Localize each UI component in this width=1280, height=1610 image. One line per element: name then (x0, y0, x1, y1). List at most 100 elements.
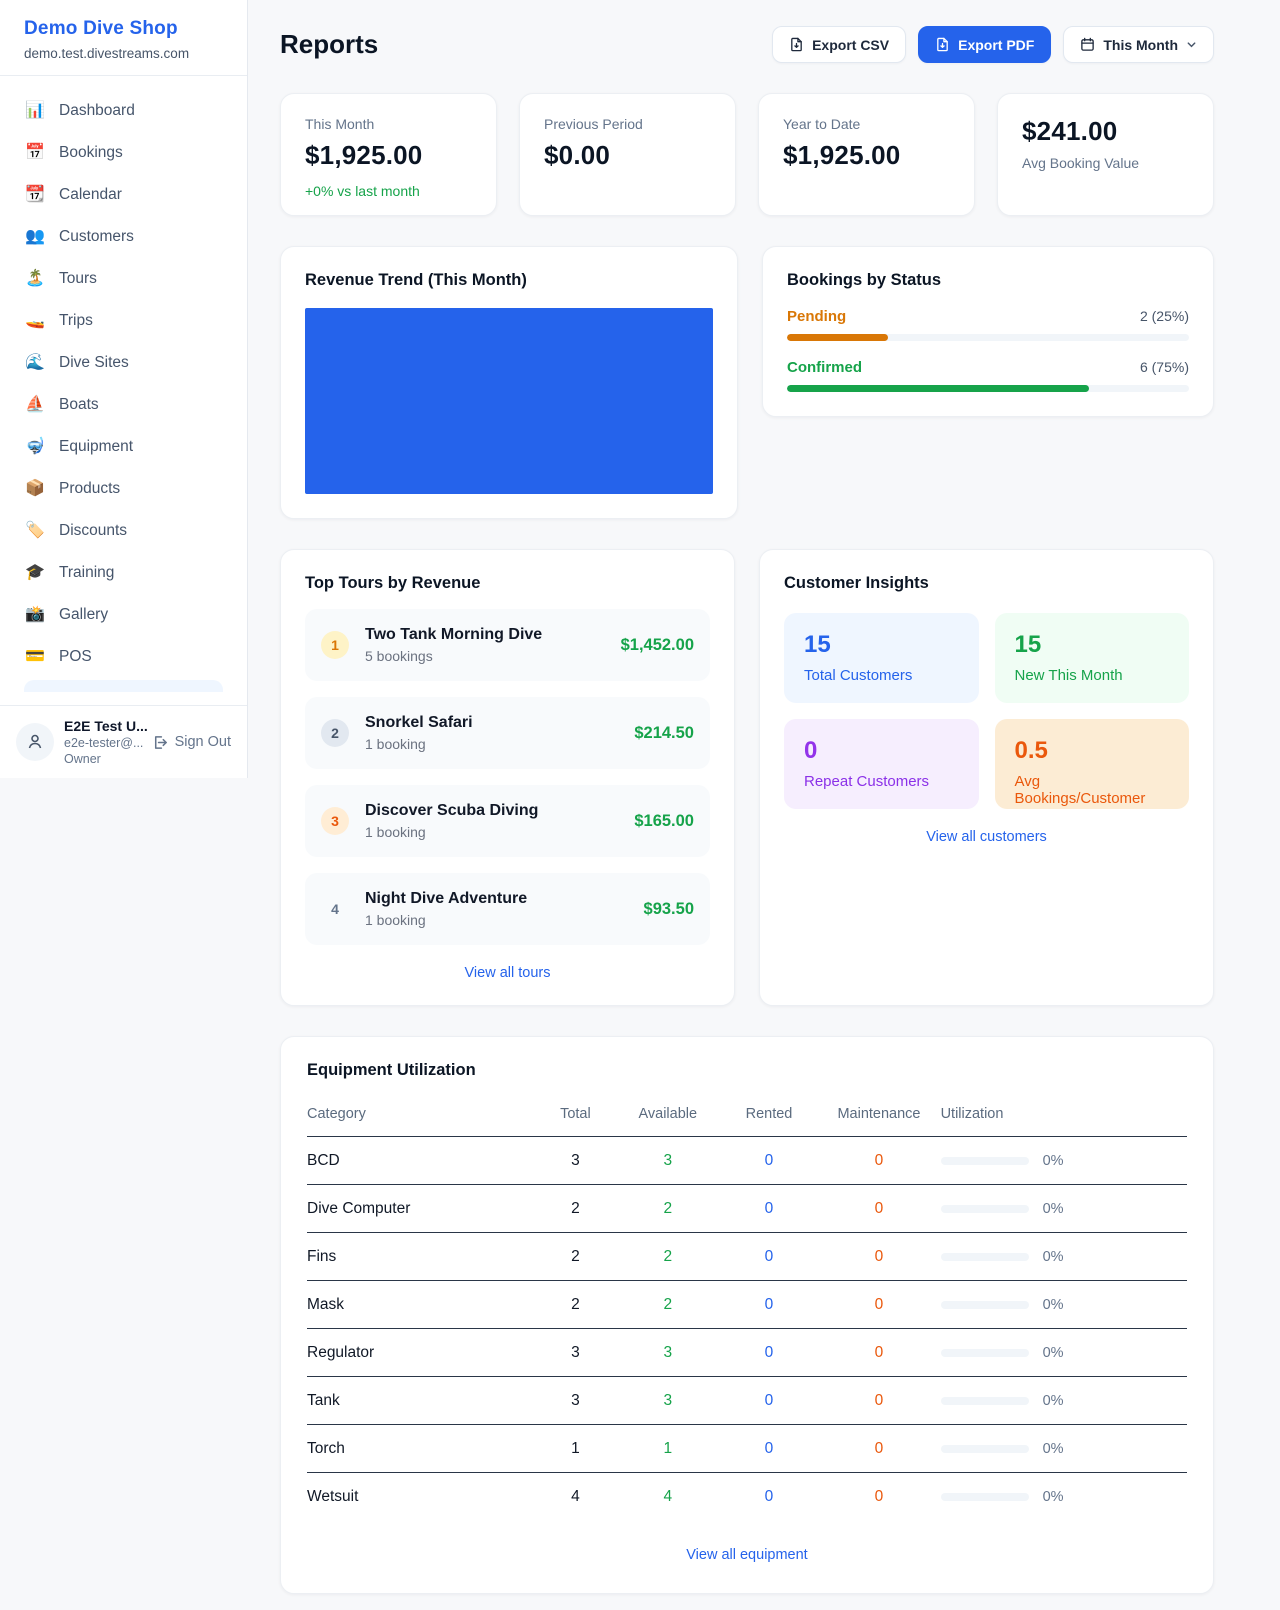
table-row: Fins 2 2 0 0 0% (307, 1233, 1187, 1281)
cell-rented: 0 (721, 1137, 818, 1185)
credit-card-icon: 💳 (24, 649, 46, 665)
table-row: Dive Computer 2 2 0 0 0% (307, 1185, 1187, 1233)
camera-icon: 📸 (24, 607, 46, 623)
sidebar-item-customers[interactable]: 👥Customers (12, 216, 235, 258)
chevron-down-icon (1186, 39, 1197, 50)
cell-total: 1 (536, 1425, 615, 1473)
cell-category: Torch (307, 1425, 536, 1473)
user-section: E2E Test U... e2e-tester@... Owner Sign … (0, 705, 247, 778)
utilization-percent: 0% (1043, 1393, 1064, 1409)
sailboat-icon: ⛵ (24, 397, 46, 413)
cell-maintenance: 0 (817, 1281, 940, 1329)
tour-row: 3 Discover Scuba Diving 1 booking $165.0… (305, 785, 710, 857)
cell-rented: 0 (721, 1185, 818, 1233)
sidebar-item-label: Equipment (59, 438, 133, 456)
col-rented: Rented (721, 1094, 818, 1137)
rank-badge: 4 (321, 895, 349, 923)
brand-block: Demo Dive Shop demo.test.divestreams.com (0, 0, 247, 76)
cell-category: Regulator (307, 1329, 536, 1377)
cell-category: Fins (307, 1233, 536, 1281)
tour-bookings: 1 booking (365, 824, 618, 840)
cell-utilization: 0% (941, 1329, 1187, 1377)
sidebar-item-bookings[interactable]: 📅Bookings (12, 132, 235, 174)
sidebar-item-equipment[interactable]: 🤿Equipment (12, 426, 235, 468)
sidebar-item-training[interactable]: 🎓Training (12, 552, 235, 594)
tile-value: 0.5 (1015, 737, 1170, 765)
cell-utilization: 0% (941, 1233, 1187, 1281)
utilization-percent: 0% (1043, 1201, 1064, 1217)
wave-icon: 🌊 (24, 355, 46, 371)
cell-maintenance: 0 (817, 1377, 940, 1425)
cell-category: Wetsuit (307, 1473, 536, 1521)
tour-row: 4 Night Dive Adventure 1 booking $93.50 (305, 873, 710, 945)
sign-out-label: Sign Out (175, 734, 231, 750)
cell-total: 2 (536, 1281, 615, 1329)
cell-total: 2 (536, 1185, 615, 1233)
top-tours-title: Top Tours by Revenue (305, 574, 710, 593)
sidebar-item-label: Training (59, 564, 114, 582)
utilization-percent: 0% (1043, 1489, 1064, 1505)
status-bar-track (787, 334, 1189, 341)
cell-total: 2 (536, 1233, 615, 1281)
sidebar-item-trips[interactable]: 🚤Trips (12, 300, 235, 342)
export-csv-button[interactable]: Export CSV (772, 26, 906, 63)
person-icon (25, 732, 45, 752)
tour-name: Discover Scuba Diving (365, 802, 618, 820)
status-row-pending: Pending 2 (25%) (787, 308, 1189, 341)
avatar (16, 723, 54, 761)
table-row: Regulator 3 3 0 0 0% (307, 1329, 1187, 1377)
cell-rented: 0 (721, 1473, 818, 1521)
utilization-bar-track (941, 1397, 1029, 1405)
sidebar-item-tours[interactable]: 🏝️Tours (12, 258, 235, 300)
view-all-tours-link[interactable]: View all tours (305, 965, 710, 981)
sidebar-item-label: POS (59, 648, 92, 666)
status-label: Pending (787, 308, 846, 325)
cell-utilization: 0% (941, 1377, 1187, 1425)
cell-maintenance: 0 (817, 1137, 940, 1185)
sidebar-item-products[interactable]: 📦Products (12, 468, 235, 510)
sign-out-button[interactable]: Sign Out (151, 734, 231, 751)
export-pdf-button[interactable]: Export PDF (918, 26, 1051, 63)
status-bar-fill (787, 385, 1089, 392)
bookings-status-card: Bookings by Status Pending 2 (25%) Confi… (762, 246, 1214, 417)
sidebar-item-pos[interactable]: 💳 POS (12, 636, 235, 678)
utilization-bar-track (941, 1445, 1029, 1453)
sidebar-item-boats[interactable]: ⛵Boats (12, 384, 235, 426)
cell-available: 2 (615, 1233, 721, 1281)
top-tours-card: Top Tours by Revenue 1 Two Tank Morning … (280, 549, 735, 1006)
sidebar-item-discounts[interactable]: 🏷️Discounts (12, 510, 235, 552)
shop-name: Demo Dive Shop (24, 18, 223, 40)
view-all-customers-link[interactable]: View all customers (784, 829, 1189, 845)
sidebar-item-label: Dive Sites (59, 354, 129, 372)
view-all-equipment-link[interactable]: View all equipment (307, 1547, 1187, 1563)
tour-amount: $165.00 (634, 812, 694, 831)
period-dropdown[interactable]: This Month (1063, 26, 1214, 63)
sidebar-item-calendar[interactable]: 📆Calendar (12, 174, 235, 216)
status-label: Confirmed (787, 359, 862, 376)
cell-available: 1 (615, 1425, 721, 1473)
cell-utilization: 0% (941, 1137, 1187, 1185)
utilization-percent: 0% (1043, 1249, 1064, 1265)
revenue-trend-card: Revenue Trend (This Month) (280, 246, 738, 519)
cell-category: Mask (307, 1281, 536, 1329)
rank-badge: 1 (321, 631, 349, 659)
insight-tiles: 15 Total Customers 15 New This Month 0 R… (784, 613, 1189, 809)
table-header-row: Category Total Available Rented Maintena… (307, 1094, 1187, 1137)
utilization-bar-track (941, 1493, 1029, 1501)
header-actions: Export CSV Export PDF This Month (772, 26, 1214, 63)
cell-total: 3 (536, 1377, 615, 1425)
sidebar-item-dive-sites[interactable]: 🌊 Dive Sites (12, 342, 235, 384)
tour-amount: $93.50 (644, 900, 694, 919)
sidebar-item-dashboard[interactable]: 📊Dashboard (12, 90, 235, 132)
cell-available: 3 (615, 1137, 721, 1185)
sidebar-item-partial-highlight[interactable] (24, 680, 223, 692)
sidebar-item-label: Tours (59, 270, 97, 288)
cell-maintenance: 0 (817, 1473, 940, 1521)
status-count: 2 (25%) (1140, 308, 1189, 324)
tour-bookings: 1 booking (365, 736, 618, 752)
period-label: This Month (1103, 37, 1178, 53)
user-name: E2E Test U... (64, 718, 141, 734)
tour-name: Snorkel Safari (365, 714, 618, 732)
sidebar-item-gallery[interactable]: 📸Gallery (12, 594, 235, 636)
col-category: Category (307, 1094, 536, 1137)
